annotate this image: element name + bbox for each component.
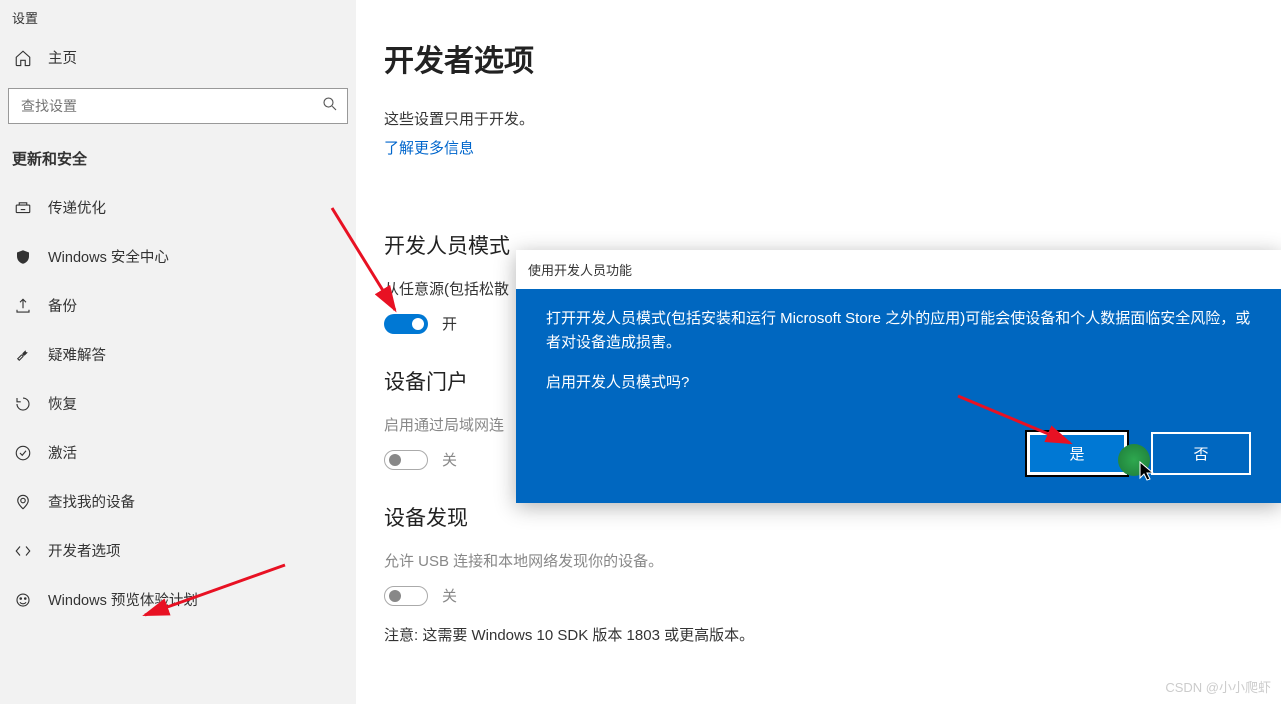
nav-label: 传递优化 xyxy=(48,197,106,218)
developer-icon xyxy=(14,542,32,560)
dialog-no-button[interactable]: 否 xyxy=(1151,432,1251,475)
sidebar-item-activation[interactable]: 激活 xyxy=(0,428,356,477)
nav-label: 开发者选项 xyxy=(48,540,121,561)
section-desc: 允许 USB 连接和本地网络发现你的设备。 xyxy=(384,550,1253,571)
search-icon xyxy=(321,95,339,118)
search-box[interactable] xyxy=(8,88,348,124)
toggle-label: 关 xyxy=(442,449,457,470)
dialog-question: 启用开发人员模式吗? xyxy=(546,371,1251,392)
page-description: 这些设置只用于开发。 xyxy=(384,108,1253,129)
section-device-discovery: 设备发现 允许 USB 连接和本地网络发现你的设备。 关 注意: 这需要 Win… xyxy=(384,502,1253,645)
troubleshoot-icon xyxy=(14,346,32,364)
activation-icon xyxy=(14,444,32,462)
home-icon xyxy=(14,49,32,67)
sdk-note: 注意: 这需要 Windows 10 SDK 版本 1803 或更高版本。 xyxy=(384,624,1253,645)
section-header: 更新和安全 xyxy=(0,138,356,183)
nav-label: 疑难解答 xyxy=(48,344,106,365)
find-icon xyxy=(14,493,32,511)
dialog-body-text: 打开开发人员模式(包括安装和运行 Microsoft Store 之外的应用)可… xyxy=(546,307,1251,355)
device-portal-toggle[interactable] xyxy=(384,450,428,470)
page-title: 开发者选项 xyxy=(384,36,1253,80)
nav-home[interactable]: 主页 xyxy=(0,35,356,80)
sidebar-item-troubleshoot[interactable]: 疑难解答 xyxy=(0,330,356,379)
delivery-icon xyxy=(14,199,32,217)
nav-label: Windows 安全中心 xyxy=(48,246,169,267)
nav-label: 查找我的设备 xyxy=(48,491,135,512)
toggle-label: 关 xyxy=(442,585,457,606)
section-title: 设备发现 xyxy=(384,502,1253,532)
nav-label: 激活 xyxy=(48,442,77,463)
nav-label: 恢复 xyxy=(48,393,77,414)
dev-mode-toggle[interactable] xyxy=(384,314,428,334)
sidebar-item-developer[interactable]: 开发者选项 xyxy=(0,526,356,575)
app-title: 设置 xyxy=(0,4,356,35)
sidebar-item-backup[interactable]: 备份 xyxy=(0,281,356,330)
toggle-label: 开 xyxy=(442,313,457,334)
backup-icon xyxy=(14,297,32,315)
insider-icon xyxy=(14,591,32,609)
confirm-dialog: 使用开发人员功能 打开开发人员模式(包括安装和运行 Microsoft Stor… xyxy=(516,250,1281,503)
shield-icon xyxy=(14,248,32,266)
sidebar: 设置 主页 更新和安全 传递优化 Windows 安全中心 备份 疑难解答 恢复… xyxy=(0,0,356,704)
device-discovery-toggle[interactable] xyxy=(384,586,428,606)
nav-label: Windows 预览体验计划 xyxy=(48,589,198,610)
dialog-title: 使用开发人员功能 xyxy=(516,250,1281,289)
search-input[interactable] xyxy=(21,98,321,114)
home-label: 主页 xyxy=(48,47,77,68)
sidebar-item-delivery[interactable]: 传递优化 xyxy=(0,183,356,232)
nav-label: 备份 xyxy=(48,295,77,316)
sidebar-item-recovery[interactable]: 恢复 xyxy=(0,379,356,428)
recovery-icon xyxy=(14,395,32,413)
learn-more-link[interactable]: 了解更多信息 xyxy=(384,137,474,158)
watermark: CSDN @小小爬虾 xyxy=(1165,677,1271,696)
sidebar-item-insider[interactable]: Windows 预览体验计划 xyxy=(0,575,356,624)
sidebar-item-find[interactable]: 查找我的设备 xyxy=(0,477,356,526)
dialog-yes-button[interactable]: 是 xyxy=(1027,432,1127,475)
sidebar-item-security[interactable]: Windows 安全中心 xyxy=(0,232,356,281)
